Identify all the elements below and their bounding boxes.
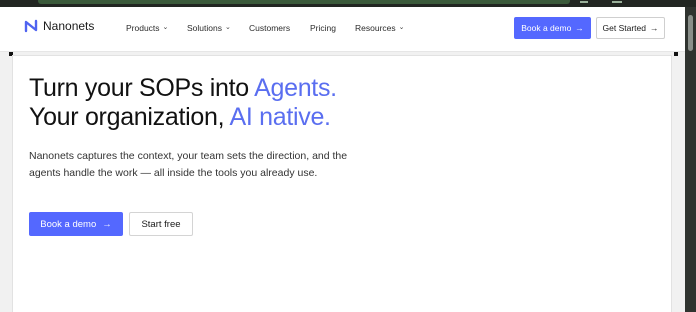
nav-item-products[interactable]: Products ⌄ bbox=[126, 23, 168, 33]
arrow-right-icon: → bbox=[649, 23, 659, 33]
selection-handle bbox=[674, 52, 678, 56]
brand-logo[interactable]: Nanonets bbox=[24, 19, 94, 33]
hero-title-text: Your organization, bbox=[29, 103, 230, 131]
nav-item-label: Customers bbox=[249, 23, 291, 33]
arrow-right-icon: → bbox=[102, 218, 112, 230]
chevron-down-icon: ⌄ bbox=[398, 24, 405, 31]
nav-item-resources[interactable]: Resources ⌄ bbox=[355, 23, 405, 33]
window-highlight bbox=[38, 0, 570, 4]
chevron-down-icon: ⌄ bbox=[224, 24, 231, 31]
hero-title-line2: Your organization, AI native. bbox=[29, 103, 331, 131]
button-label: Book a demo bbox=[521, 23, 572, 33]
page-scrollbar[interactable] bbox=[685, 7, 696, 312]
web-page: Nanonets Products ⌄ Solutions ⌄ Customer… bbox=[0, 7, 685, 312]
window-control-glyph[interactable] bbox=[612, 1, 622, 3]
hero-title-text: Turn your SOPs into bbox=[29, 74, 255, 102]
nanonets-logo-icon bbox=[24, 19, 38, 33]
brand-name: Nanonets bbox=[43, 19, 95, 33]
top-navbar: Nanonets Products ⌄ Solutions ⌄ Customer… bbox=[0, 7, 685, 52]
browser-top-strip bbox=[0, 0, 696, 7]
nav-item-label: Solutions bbox=[187, 23, 222, 33]
hero-start-free-button[interactable]: Start free bbox=[129, 212, 193, 236]
hero-title-accent: AI native. bbox=[229, 103, 331, 131]
nav-item-label: Products bbox=[126, 23, 160, 33]
nav-book-demo-button[interactable]: Book a demo → bbox=[514, 17, 591, 39]
hero-book-demo-button[interactable]: Book a demo → bbox=[29, 212, 123, 236]
minimize-glyph[interactable] bbox=[580, 1, 588, 3]
button-label: Get Started bbox=[602, 23, 646, 33]
nav-item-customers[interactable]: Customers bbox=[249, 23, 290, 33]
scrollbar-thumb[interactable] bbox=[688, 15, 693, 51]
nav-item-label: Resources bbox=[355, 23, 396, 33]
hero-title-line1: Turn your SOPs into Agents. bbox=[29, 74, 337, 102]
button-label: Book a demo bbox=[40, 218, 97, 230]
button-label: Start free bbox=[141, 218, 181, 230]
nav-item-solutions[interactable]: Solutions ⌄ bbox=[187, 23, 231, 33]
hero-title-accent: Agents. bbox=[254, 74, 337, 102]
hero-title: Turn your SOPs into Agents. Your organiz… bbox=[29, 74, 337, 132]
nav-get-started-button[interactable]: Get Started → bbox=[596, 17, 665, 39]
nav-item-label: Pricing bbox=[310, 23, 336, 33]
chevron-down-icon: ⌄ bbox=[162, 24, 169, 31]
arrow-right-icon: → bbox=[575, 23, 584, 33]
hero-subtitle: Nanonets captures the context, your team… bbox=[29, 150, 348, 179]
nav-item-pricing[interactable]: Pricing bbox=[310, 23, 336, 33]
